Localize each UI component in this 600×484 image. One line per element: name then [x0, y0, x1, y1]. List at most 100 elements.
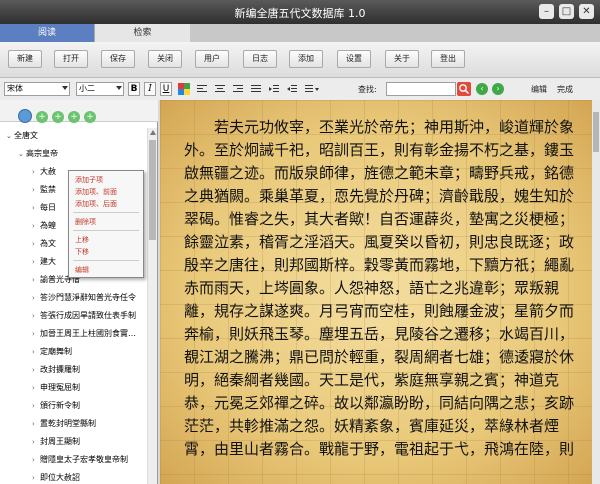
- close-icon[interactable]: ✕: [579, 4, 594, 19]
- tree-item[interactable]: › 加晉王周王上柱國別食實…: [32, 328, 136, 344]
- menu-move-down[interactable]: 下移: [75, 247, 89, 257]
- italic-button[interactable]: I: [144, 82, 156, 96]
- menu-add-before[interactable]: 添加项、前面: [75, 187, 117, 197]
- menu-add-child[interactable]: 添加子项: [75, 175, 103, 185]
- chevron-right-icon: ›: [32, 276, 35, 284]
- user-button[interactable]: 用户: [195, 50, 229, 68]
- chevron-right-icon: ›: [32, 186, 35, 194]
- bold-button[interactable]: B: [128, 82, 140, 96]
- save-button[interactable]: 保存: [101, 50, 135, 68]
- align-left-icon[interactable]: [196, 83, 208, 95]
- minimize-icon[interactable]: –: [539, 4, 554, 19]
- open-button[interactable]: 打开: [54, 50, 88, 68]
- main-toolbar: 新建 打开 保存 关闭 用户 日志 添加 设置 关于 登出: [0, 42, 600, 78]
- size-select[interactable]: 小二: [76, 82, 124, 96]
- menu-add-after[interactable]: 添加项、后面: [75, 199, 117, 209]
- tree-scrollbar[interactable]: [147, 128, 157, 484]
- align-right-icon[interactable]: [232, 83, 244, 95]
- font-select[interactable]: 宋体: [4, 82, 70, 96]
- title-bar: 新编全唐五代文数据库 1.0 – □ ✕: [0, 0, 600, 24]
- list-dropdown-icon[interactable]: [304, 83, 320, 95]
- underline-button[interactable]: U: [160, 82, 172, 96]
- outdent-icon[interactable]: [286, 83, 298, 95]
- tree-item[interactable]: › 答沙門慧淨辭知普光寺任令: [32, 292, 136, 308]
- edit-button[interactable]: 编辑: [531, 84, 547, 95]
- tree-item-label: 每日: [40, 203, 56, 212]
- chevron-right-icon: ›: [32, 420, 35, 428]
- tree-item-label: 頒行新令制: [40, 401, 80, 410]
- tree-item-label: 監禁: [40, 185, 56, 194]
- tree-item[interactable]: › 建大: [32, 256, 56, 272]
- tree-item[interactable]: › 封周王顯制: [32, 436, 80, 452]
- add-node-icon[interactable]: +: [68, 111, 80, 123]
- indent-icon[interactable]: [268, 83, 280, 95]
- settings-button[interactable]: 设置: [337, 50, 371, 68]
- chevron-right-icon: ›: [32, 222, 35, 230]
- reading-pane[interactable]: 若夫元功攸宰，丕業光於帝先；神用斯沖，峻道輝於象外。至於炯誡千祀，昭訓百王，則有…: [160, 100, 592, 484]
- tree-item[interactable]: › 為蝗: [32, 220, 56, 236]
- tree-item[interactable]: › 置乾封明堂縣制: [32, 418, 96, 434]
- tree-item[interactable]: › 監禁: [32, 184, 56, 200]
- search-input[interactable]: [386, 82, 456, 96]
- tree-node-root[interactable]: ⌄ 全唐文: [6, 130, 38, 146]
- chevron-down-icon: [116, 86, 122, 90]
- tree-item[interactable]: › 每日: [32, 202, 56, 218]
- tab-strip: 阅读 检索: [0, 24, 600, 42]
- new-button[interactable]: 新建: [8, 50, 42, 68]
- catalog-panel: + + + + ⌄ 全唐文 ⌄ 高宗皇帝 › 大赦 › 監禁 › 每日 › 為蝗 › 為文 ›…: [0, 100, 158, 484]
- context-menu: 添加子项 添加项、前面 添加项、后面 删除项 上移 下移 编辑: [68, 170, 144, 278]
- reader-scrollbar[interactable]: [592, 100, 600, 484]
- tree-item-label: 答張行成因旱請致仕表手制: [40, 311, 136, 320]
- menu-delete[interactable]: 删除项: [75, 217, 96, 227]
- find-previous-icon[interactable]: ‹: [476, 83, 488, 95]
- menu-edit[interactable]: 编辑: [75, 265, 89, 275]
- tree-item[interactable]: › 大赦: [32, 166, 56, 182]
- tree-item[interactable]: › 贈隱皇太子宏孝敬皇帝制: [32, 454, 128, 470]
- scroll-up-icon[interactable]: [150, 130, 156, 135]
- menu-move-up[interactable]: 上移: [75, 235, 89, 245]
- log-button[interactable]: 日志: [243, 50, 277, 68]
- justify-icon[interactable]: [250, 83, 262, 95]
- done-button[interactable]: 完成: [557, 84, 573, 95]
- chevron-down-icon: [62, 86, 68, 90]
- tree-item[interactable]: › 即位大赦詔: [32, 472, 80, 484]
- maximize-icon[interactable]: □: [559, 4, 574, 19]
- tree-item-label: 置乾封明堂縣制: [40, 419, 96, 428]
- add-node-icon[interactable]: +: [36, 111, 48, 123]
- tree-node-label: 全唐文: [14, 131, 38, 140]
- chevron-right-icon: ›: [32, 294, 35, 302]
- tree-node-parent[interactable]: ⌄ 高宗皇帝: [18, 148, 58, 164]
- align-center-icon[interactable]: [214, 83, 226, 95]
- menu-icon[interactable]: [18, 109, 32, 123]
- about-button[interactable]: 关于: [385, 50, 419, 68]
- tree-item[interactable]: › 答張行成因旱請致仕表手制: [32, 310, 136, 326]
- tree-item-label: 改封攈羅制: [40, 365, 80, 374]
- close-button[interactable]: 关闭: [148, 50, 182, 68]
- chevron-right-icon: ›: [32, 402, 35, 410]
- tab-read[interactable]: 阅读: [0, 24, 94, 42]
- find-next-icon[interactable]: ›: [492, 83, 504, 95]
- tree-item-label: 贈隱皇太子宏孝敬皇帝制: [40, 455, 128, 464]
- chevron-right-icon: ›: [32, 330, 35, 338]
- search-icon[interactable]: [457, 82, 471, 96]
- tree-item-label: 定廟舞制: [40, 347, 72, 356]
- chevron-right-icon: ›: [32, 312, 35, 320]
- chevron-right-icon: ›: [32, 474, 35, 482]
- tab-search[interactable]: 检索: [94, 24, 190, 42]
- tree-item-label: 為蝗: [40, 221, 56, 230]
- scrollbar-thumb[interactable]: [149, 140, 156, 240]
- scrollbar-thumb[interactable]: [593, 112, 599, 152]
- format-toolbar: 宋体 小二 B I U 查找: ‹ › 编辑 完成: [0, 78, 600, 100]
- add-node-icon[interactable]: +: [52, 111, 64, 123]
- add-node-icon[interactable]: +: [84, 111, 96, 123]
- chevron-down-icon: ⌄: [18, 150, 24, 158]
- tree-item[interactable]: › 申理冤屈制: [32, 382, 80, 398]
- tree-item[interactable]: › 頒行新令制: [32, 400, 80, 416]
- tree-item[interactable]: › 定廟舞制: [32, 346, 72, 362]
- color-grid-icon[interactable]: [178, 83, 190, 95]
- add-button[interactable]: 添加: [289, 50, 323, 68]
- tree-item[interactable]: › 為文: [32, 238, 56, 254]
- article-text[interactable]: 若夫元功攸宰，丕業光於帝先；神用斯沖，峻道輝於象外。至於炯誡千祀，昭訓百王，則有…: [184, 116, 586, 461]
- logout-button[interactable]: 登出: [431, 50, 465, 68]
- tree-item[interactable]: › 改封攈羅制: [32, 364, 80, 380]
